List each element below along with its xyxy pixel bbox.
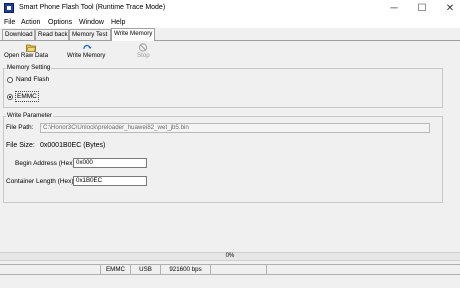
status-cell-empty-1 <box>0 264 101 275</box>
tab-download[interactable]: Download <box>2 29 35 40</box>
nand-flash-radio[interactable] <box>7 77 13 83</box>
file-path-field[interactable]: C:\Honor3C\Unlock\preloader_huawei82_wet… <box>40 123 430 133</box>
menu-options[interactable]: Options <box>48 17 72 28</box>
progress-percent: 0% <box>225 253 235 259</box>
menu-help[interactable]: Help <box>111 17 125 28</box>
file-path-label: File Path: <box>6 124 34 131</box>
nand-flash-label[interactable]: Nand Flash <box>16 76 49 83</box>
emmc-label[interactable]: EMMC <box>15 91 39 102</box>
container-length-input[interactable]: 0x1B0EC <box>73 176 147 186</box>
tab-memory-test[interactable]: Memory Test <box>69 29 111 40</box>
menu-file[interactable]: File <box>4 17 15 28</box>
tab-write-memory[interactable]: Write Memory <box>111 28 155 41</box>
status-baud: 921600 bps <box>161 264 211 275</box>
status-storage: EMMC <box>101 264 131 275</box>
close-button[interactable]: ✕ <box>436 0 460 17</box>
stop-button[interactable]: Stop <box>137 52 150 59</box>
write-memory-icon[interactable] <box>82 43 92 52</box>
memory-setting-group <box>3 68 443 108</box>
memory-setting-title: Memory Setting <box>6 64 52 71</box>
minimize-button[interactable]: ─ <box>380 0 408 17</box>
menu-window[interactable]: Window <box>79 17 104 28</box>
status-port: USB <box>131 264 161 275</box>
window-title: Smart Phone Flash Tool (Runtime Trace Mo… <box>19 4 166 11</box>
progress-bar: 0% <box>0 252 460 261</box>
maximize-button[interactable]: ☐ <box>408 0 436 17</box>
app-icon <box>4 3 14 13</box>
write-parameter-title: Write Parameter <box>6 112 53 119</box>
emmc-radio[interactable] <box>7 94 13 100</box>
tab-strip-border <box>0 40 460 41</box>
file-size-value: 0x0001B0EC (Bytes) <box>40 142 106 149</box>
menu-action[interactable]: Action <box>21 17 40 28</box>
open-folder-icon[interactable] <box>26 43 36 52</box>
write-memory-button[interactable]: Write Memory <box>67 52 105 59</box>
tab-read-back[interactable]: Read back <box>35 29 69 40</box>
open-raw-data-button[interactable]: Open Raw Data <box>4 52 48 59</box>
stop-icon[interactable] <box>138 43 148 52</box>
begin-address-label: Begin Address (Hex) : <box>15 160 79 167</box>
container-length-label: Container Length (Hex) : <box>6 178 78 185</box>
file-size-label: File Size: <box>6 142 35 149</box>
status-cell-empty-2 <box>211 264 267 275</box>
begin-address-input[interactable]: 0x000 <box>73 158 147 168</box>
status-cell-empty-3 <box>267 264 460 275</box>
